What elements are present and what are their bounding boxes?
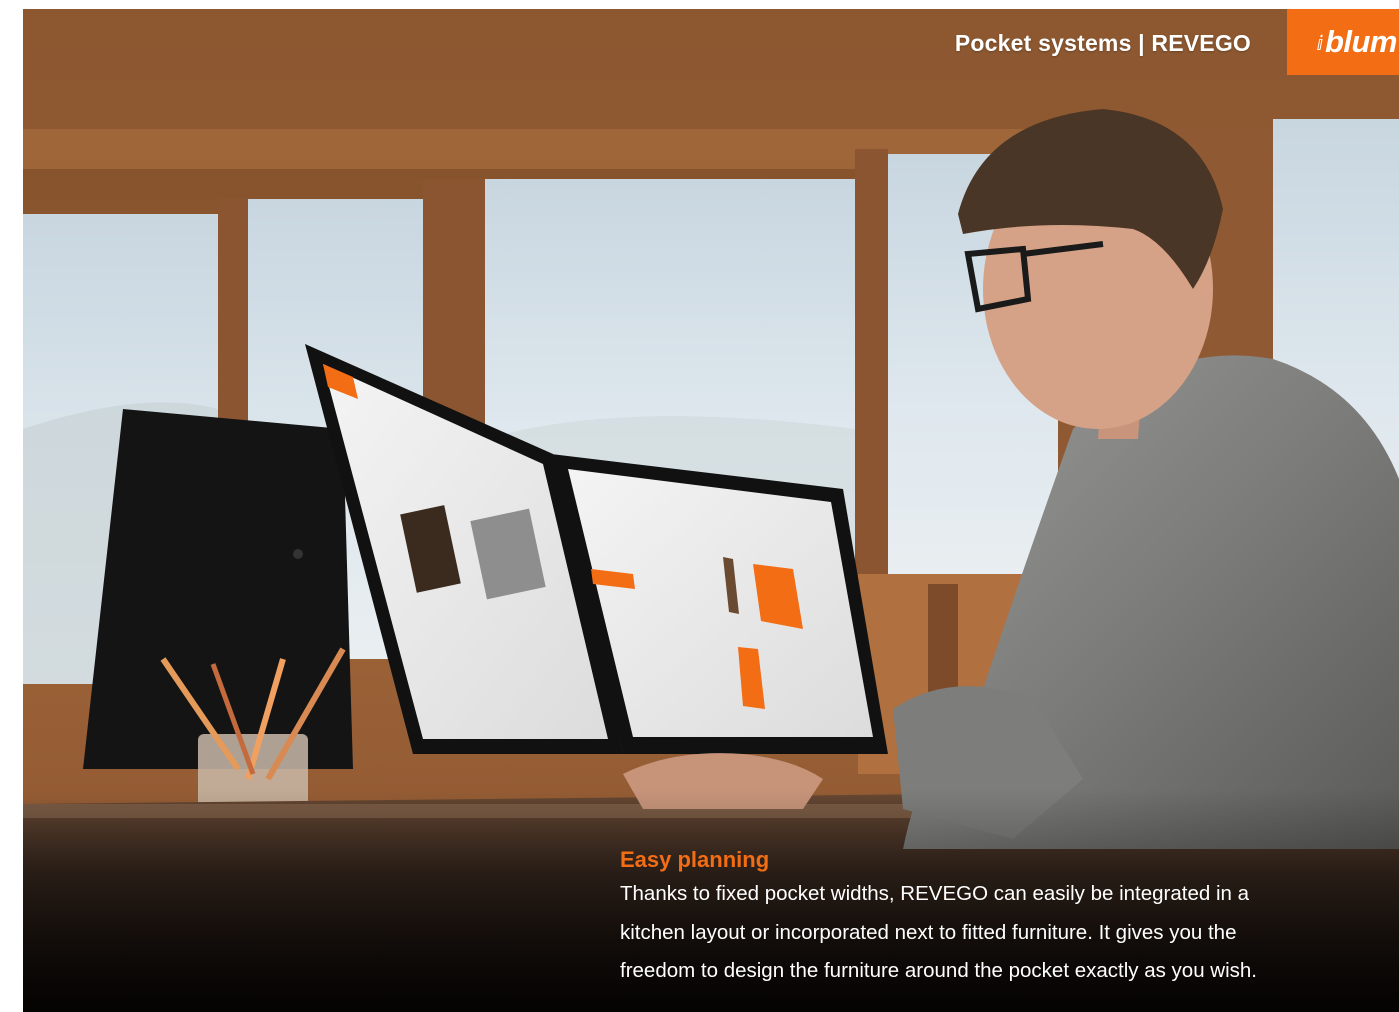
blum-logo-mark-icon: ⅈ: [1316, 33, 1323, 55]
caption-body: Thanks to fixed pocket widths, REVEGO ca…: [620, 875, 1390, 991]
caption-line: Thanks to fixed pocket widths, REVEGO ca…: [620, 882, 1249, 905]
caption-title: Easy planning: [620, 847, 770, 872]
blum-logo: ⅈblum: [1287, 9, 1399, 75]
blum-logo-text: blum: [1324, 24, 1398, 59]
brochure-page: Pocket systems | REVEGO ⅈblum Easy plann…: [0, 0, 1399, 1012]
caption-block: Easy planning Thanks to fixed pocket wid…: [620, 845, 1390, 991]
blum-logo-wordmark: ⅈblum: [1316, 24, 1397, 60]
page-title: Pocket systems | REVEGO: [954, 30, 1251, 56]
caption-line: kitchen layout or incorporated next to f…: [620, 920, 1237, 944]
caption-line: freedom to design the furniture around t…: [620, 959, 1258, 982]
